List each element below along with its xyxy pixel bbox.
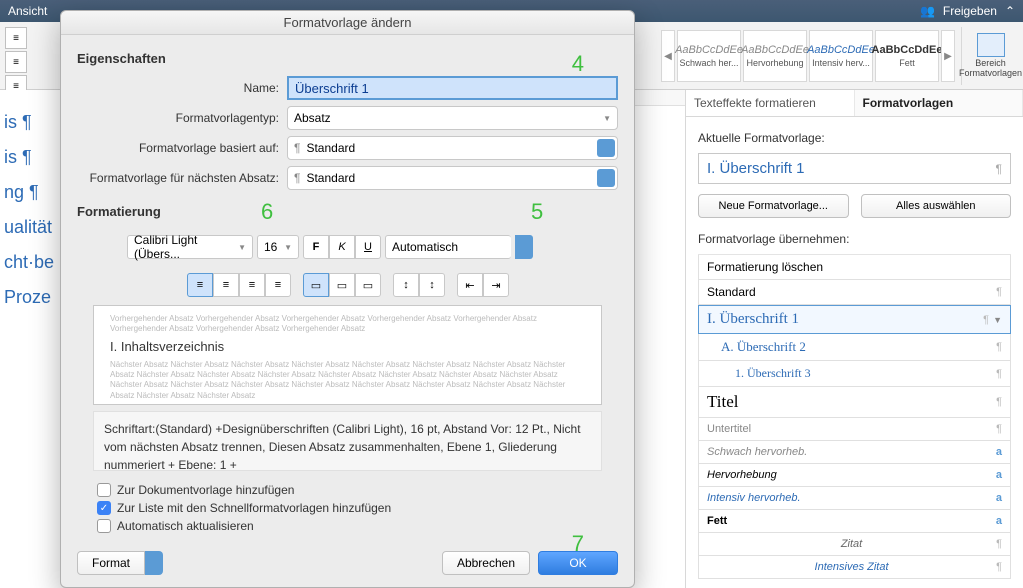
type-select[interactable]: Absatz xyxy=(287,106,618,130)
chevron-up-icon[interactable]: ⌃ xyxy=(1005,4,1015,18)
bold-button[interactable]: F xyxy=(303,235,329,259)
format-menu-button[interactable]: Format xyxy=(77,551,145,575)
color-dropdown-arrow[interactable] xyxy=(515,235,533,259)
space-before-inc[interactable]: ↕ xyxy=(419,273,445,297)
style-list-item[interactable]: Hervorhebunga xyxy=(698,464,1011,487)
name-input[interactable] xyxy=(287,76,618,100)
indent-left-icon[interactable]: ≡ xyxy=(5,27,27,49)
based-on-label: Formatvorlage basiert auf: xyxy=(77,141,287,155)
based-on-select[interactable]: ¶Standard xyxy=(287,136,618,160)
add-to-template-checkbox[interactable] xyxy=(97,483,111,497)
share-icon: 👥 xyxy=(920,4,935,18)
style-list-item[interactable]: I. Überschrift 1¶▼ xyxy=(698,305,1011,334)
view-menu[interactable]: Ansicht xyxy=(8,4,47,18)
style-list-item[interactable]: Intensives Zitat¶ xyxy=(698,556,1011,579)
style-list-item[interactable]: Titel¶ xyxy=(698,387,1011,418)
style-gallery-item[interactable]: AaBbCcDdEeSchwach her... xyxy=(677,30,741,82)
indent-dec-button[interactable]: ⇤ xyxy=(457,273,483,297)
style-gallery-item[interactable]: AaBbCcDdEeFett xyxy=(875,30,939,82)
style-description: Schriftart:(Standard) +Designüberschrift… xyxy=(93,411,602,471)
style-preview: Vorhergehender Absatz Vorhergehender Abs… xyxy=(93,305,602,405)
add-to-quickstyles-checkbox[interactable]: ✓ xyxy=(97,501,111,515)
style-list-item[interactable]: Zitat¶ xyxy=(698,533,1011,556)
align-justify-button[interactable]: ≡ xyxy=(265,273,291,297)
align-center-button[interactable]: ≡ xyxy=(213,273,239,297)
next-para-select[interactable]: ¶Standard xyxy=(287,166,618,190)
auto-update-checkbox[interactable] xyxy=(97,519,111,533)
select-all-button[interactable]: Alles auswählen xyxy=(861,194,1012,218)
pane-icon xyxy=(977,33,1005,57)
align-left-button[interactable]: ≡ xyxy=(187,273,213,297)
tab-text-effects[interactable]: Texteffekte formatieren xyxy=(686,90,855,116)
name-label: Name: xyxy=(77,81,287,95)
style-gallery-item[interactable]: AaBbCcDdEeHervorhebung xyxy=(743,30,807,82)
type-label: Formatvorlagentyp: xyxy=(77,111,287,125)
color-select[interactable]: Automatisch xyxy=(385,235,511,259)
spacing-1-button[interactable]: ▭ xyxy=(303,273,329,297)
style-list-item[interactable]: Fetta xyxy=(698,510,1011,533)
cancel-button[interactable]: Abbrechen xyxy=(442,551,530,575)
styles-pane-toggle[interactable]: Bereich Formatvorlagen xyxy=(961,27,1019,85)
underline-button[interactable]: U xyxy=(355,235,381,259)
gallery-next[interactable]: ▶ xyxy=(941,30,955,82)
style-list-item[interactable]: Intensiv hervorheb.a xyxy=(698,487,1011,510)
gallery-prev[interactable]: ◀ xyxy=(661,30,675,82)
font-select[interactable]: Calibri Light (Übers...▼ xyxy=(127,235,253,259)
apply-style-label: Formatvorlage übernehmen: xyxy=(698,232,1011,246)
current-style-display[interactable]: I. Überschrift 1¶ xyxy=(698,153,1011,184)
space-before-dec[interactable]: ↕ xyxy=(393,273,419,297)
style-gallery: ◀ AaBbCcDdEeSchwach her...AaBbCcDdEeHerv… xyxy=(657,22,1023,90)
dialog-title: Formatvorlage ändern xyxy=(61,11,634,35)
spacing-2-button[interactable]: ▭ xyxy=(355,273,381,297)
format-menu-arrow[interactable] xyxy=(145,551,163,575)
properties-header: Eigenschaften xyxy=(77,51,618,66)
style-list-item[interactable]: Standard¶ xyxy=(698,280,1011,305)
styles-pane: Texteffekte formatieren Formatvorlagen A… xyxy=(685,90,1023,588)
tab-styles[interactable]: Formatvorlagen xyxy=(855,90,1023,116)
spacing-15-button[interactable]: ▭ xyxy=(329,273,355,297)
annotation-7: 7 xyxy=(572,531,584,557)
next-para-label: Formatvorlage für nächsten Absatz: xyxy=(77,171,287,185)
style-list-item[interactable]: Untertitel¶ xyxy=(698,418,1011,441)
style-list-item[interactable]: Schwach hervorheb.a xyxy=(698,441,1011,464)
style-list-item[interactable]: 1. Überschrift 3¶ xyxy=(698,361,1011,387)
modify-style-dialog: Formatvorlage ändern Eigenschaften Name:… xyxy=(60,10,635,588)
indent-right-icon[interactable]: ≡ xyxy=(5,51,27,73)
style-gallery-item[interactable]: AaBbCcDdEeIntensiv herv... xyxy=(809,30,873,82)
font-size-select[interactable]: 16▼ xyxy=(257,235,299,259)
style-list-item[interactable]: Formatierung löschen xyxy=(698,255,1011,280)
annotation-6: 6 xyxy=(261,199,273,225)
new-style-button[interactable]: Neue Formatvorlage... xyxy=(698,194,849,218)
current-style-label: Aktuelle Formatvorlage: xyxy=(698,131,1011,145)
align-right-button[interactable]: ≡ xyxy=(239,273,265,297)
annotation-4: 4 xyxy=(572,51,584,77)
annotation-5: 5 xyxy=(531,199,543,225)
indent-inc-button[interactable]: ⇥ xyxy=(483,273,509,297)
style-list: Formatierung löschenStandard¶I. Überschr… xyxy=(698,254,1011,579)
share-button[interactable]: Freigeben xyxy=(943,4,997,18)
style-list-item[interactable]: A. Überschrift 2¶ xyxy=(698,334,1011,361)
italic-button[interactable]: K xyxy=(329,235,355,259)
